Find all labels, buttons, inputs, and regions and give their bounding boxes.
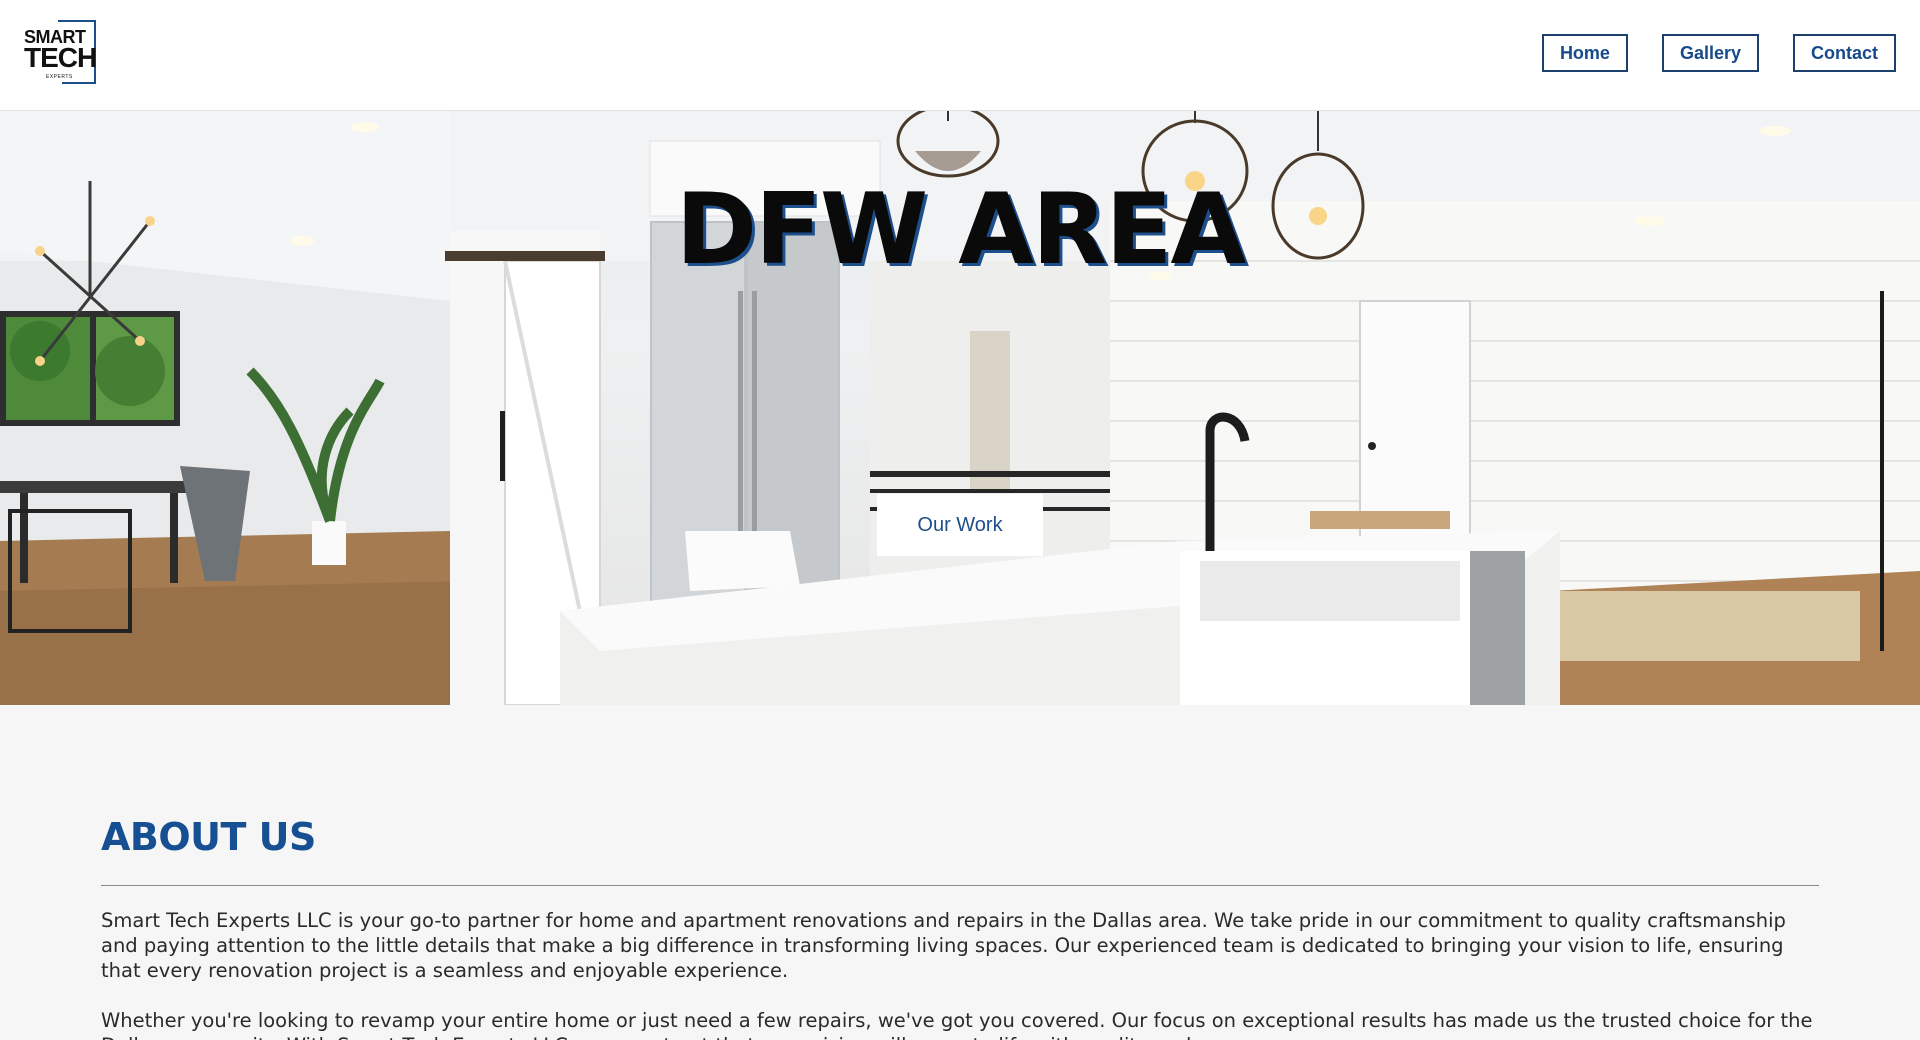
about-heading: ABOUT US	[101, 815, 316, 859]
main-nav: Home Gallery Contact	[1541, 34, 1896, 72]
logo-frame-line	[62, 82, 96, 84]
about-divider	[101, 885, 1819, 886]
hero-title: DFW AREA	[675, 173, 1247, 287]
nav-contact-button[interactable]: Contact	[1793, 34, 1896, 72]
nav-gallery-button[interactable]: Gallery	[1661, 34, 1759, 72]
nav-home-button[interactable]: Home	[1541, 34, 1628, 72]
about-paragraph-1: Smart Tech Experts LLC is your go-to par…	[101, 909, 1786, 982]
site-header: SMART TECH EXPERTS Home Gallery Contact	[0, 0, 1920, 111]
hero-banner: DFW AREA Our Work	[0, 111, 1920, 705]
logo-text-experts: EXPERTS	[46, 74, 73, 80]
logo-text-tech: TECH	[24, 42, 97, 73]
our-work-button[interactable]: Our Work	[877, 494, 1043, 556]
about-paragraph-2: Whether you're looking to revamp your en…	[101, 1009, 1813, 1040]
company-logo[interactable]: SMART TECH EXPERTS	[24, 20, 97, 86]
